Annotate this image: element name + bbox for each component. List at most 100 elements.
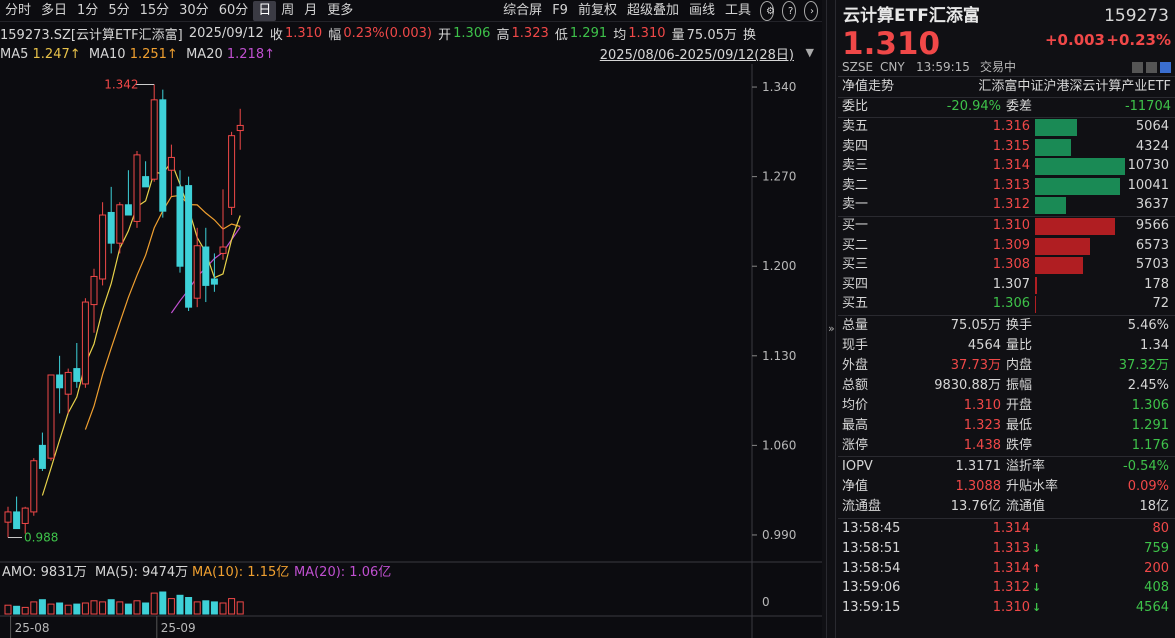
tab-timeframe-6[interactable]: 60分	[214, 1, 254, 21]
iopv-row-0: IOPV 1.3171 溢折率 -0.54%	[838, 457, 1175, 477]
tick-row-4: 13:59:15 1.310 ↓ 4564	[838, 598, 1175, 618]
tab-timeframe-8[interactable]: 周	[276, 1, 299, 21]
tab-timeframe-2[interactable]: 1分	[72, 1, 103, 21]
xtick-label-1: 25-09	[161, 621, 196, 635]
settings-icon[interactable]	[1132, 62, 1143, 73]
tool-button-5[interactable]: 工具	[720, 1, 756, 21]
volume-bar-21	[185, 597, 193, 615]
stat-label: 内盘	[1006, 358, 1033, 373]
level-price: 1.312	[992, 197, 1030, 213]
level-price: 1.314	[992, 158, 1030, 174]
ask-row-4[interactable]: 卖一 1.312 3637	[838, 195, 1175, 215]
volume-bar-8	[73, 603, 81, 615]
help-icon[interactable]: ?	[782, 1, 796, 21]
volume-bar-23	[202, 600, 210, 615]
amp-label: 幅	[328, 27, 342, 43]
tick-volume: 80	[1152, 521, 1169, 536]
level-volume: 9566	[1135, 218, 1169, 233]
ytick-label-4: 1.060	[762, 438, 796, 452]
high-value: 1.323	[511, 25, 549, 41]
tick-volume: 759	[1144, 540, 1169, 556]
plus-icon[interactable]	[1160, 62, 1171, 73]
dropdown-arrow-icon[interactable]: ▼	[806, 46, 814, 59]
ask-row-0[interactable]: 卖五 1.316 5064	[838, 117, 1175, 137]
bid-row-3[interactable]: 买四 1.307 178	[838, 275, 1175, 295]
price-change-pct: +0.23%	[1106, 31, 1171, 49]
tab-timeframe-9[interactable]: 月	[299, 1, 322, 21]
nav-trend-link[interactable]: 净值走势	[842, 77, 894, 97]
level-label: 买三	[842, 257, 869, 273]
stat-value: 5.46%	[1127, 318, 1169, 333]
level-volume-bar	[1035, 218, 1116, 235]
ask-row-3[interactable]: 卖二 1.313 10041	[838, 176, 1175, 196]
candle-body-25	[219, 246, 227, 254]
candle-body-12	[107, 211, 115, 244]
avg-label: 均	[613, 27, 627, 43]
max-price-label: 1.342	[104, 77, 138, 91]
security-code: 159273.SZ[云计算ETF汇添富]	[0, 27, 183, 43]
bid-row-4[interactable]: 买五 1.306 72	[838, 294, 1175, 314]
tab-timeframe-1[interactable]: 多日	[36, 1, 72, 21]
arrow-down-icon: ↓	[1032, 601, 1042, 615]
candle-body-13	[116, 204, 124, 244]
bid-row-0[interactable]: 买一 1.310 9566	[838, 216, 1175, 236]
turnover-label: 换	[743, 27, 757, 43]
amo-ma20: MA(20): 1.06亿	[294, 565, 391, 580]
xtick-label-0: 25-08	[15, 621, 50, 635]
panel-collapse-handle[interactable]: »	[826, 0, 836, 638]
iopv-label: 流通值	[1006, 499, 1046, 514]
iopv-value: -0.54%	[1123, 459, 1169, 474]
ask-row-1[interactable]: 卖四 1.315 4324	[838, 137, 1175, 157]
high-label: 高	[496, 27, 510, 43]
tool-button-2[interactable]: 前复权	[573, 1, 622, 21]
amo-label: AMO: 9831万	[2, 565, 87, 580]
level-price: 1.310	[992, 218, 1030, 233]
gear-icon[interactable]: ⚙	[760, 1, 775, 21]
quote-time: 13:59:15	[916, 60, 970, 74]
amo-ma10: MA(10): 1.15亿	[192, 565, 289, 580]
stat-row-1: 现手 4564 量比 1.34	[838, 336, 1175, 356]
volume-bar-22	[193, 601, 201, 615]
tab-timeframe-7[interactable]: 日	[253, 0, 277, 21]
amo-ma5: MA(5): 9474万	[95, 565, 188, 580]
candle-body-3	[30, 460, 38, 513]
tab-timeframe-10[interactable]: 更多	[322, 1, 358, 21]
collapse-icon[interactable]: »	[828, 322, 835, 335]
candle-body-16	[142, 176, 150, 188]
arrow-down-icon: ↓	[1032, 541, 1042, 555]
tab-timeframe-5[interactable]: 30分	[174, 1, 214, 21]
volume-bar-4	[38, 599, 46, 615]
level-volume-bar	[1035, 119, 1078, 136]
tick-row-2: 13:58:54 1.314 ↑ 200	[838, 559, 1175, 579]
kline-chart[interactable]: 1.340 1.270 1.200 1.130 1.060 0.990 1.342 0.988…	[0, 64, 822, 638]
minus-icon[interactable]	[1146, 62, 1157, 73]
ask-row-2[interactable]: 卖三 1.314 10730	[838, 156, 1175, 176]
bid-row-1[interactable]: 买二 1.309 6573	[838, 236, 1175, 256]
candle-body-1	[13, 511, 21, 530]
market: SZSE	[842, 60, 874, 74]
tab-timeframe-3[interactable]: 5分	[103, 1, 134, 21]
tool-button-0[interactable]: 综合屏	[498, 1, 547, 21]
volume-bar-7	[64, 604, 72, 615]
bid-row-2[interactable]: 买三 1.308 5703	[838, 255, 1175, 275]
ma20-value: 1.218↑	[226, 46, 275, 62]
level-volume-bar	[1035, 296, 1036, 314]
tick-volume: 4564	[1135, 600, 1169, 616]
candle-body-2	[21, 507, 29, 524]
tab-timeframe-4[interactable]: 15分	[135, 1, 175, 21]
stat-label: 均价	[842, 398, 869, 413]
stat-row-0: 总量 75.05万 换手 5.46%	[838, 316, 1175, 336]
candle-body-0	[4, 511, 12, 523]
price-row: 1.310 +0.003 +0.23%	[838, 26, 1175, 62]
tool-button-4[interactable]: 画线	[684, 1, 720, 21]
tool-button-1[interactable]: F9	[547, 1, 573, 21]
tab-timeframe-0[interactable]: 分时	[0, 1, 36, 21]
date-range-selector[interactable]: 2025/08/06-2025/09/12(28日)	[600, 44, 794, 63]
tick-time: 13:58:45	[842, 521, 901, 536]
volume-bar-25	[219, 602, 227, 615]
tick-time: 13:58:51	[842, 540, 901, 556]
close-icon[interactable]: ›	[804, 1, 818, 21]
tool-button-3[interactable]: 超级叠加	[622, 1, 684, 21]
toolbar: 分时 多日 1分 5分 15分 30分 60分日周月更多 综合屏 F9 前复权 超级叠加 画线 工具 ⚙…	[0, 0, 822, 22]
stat-label: 总额	[842, 378, 869, 393]
